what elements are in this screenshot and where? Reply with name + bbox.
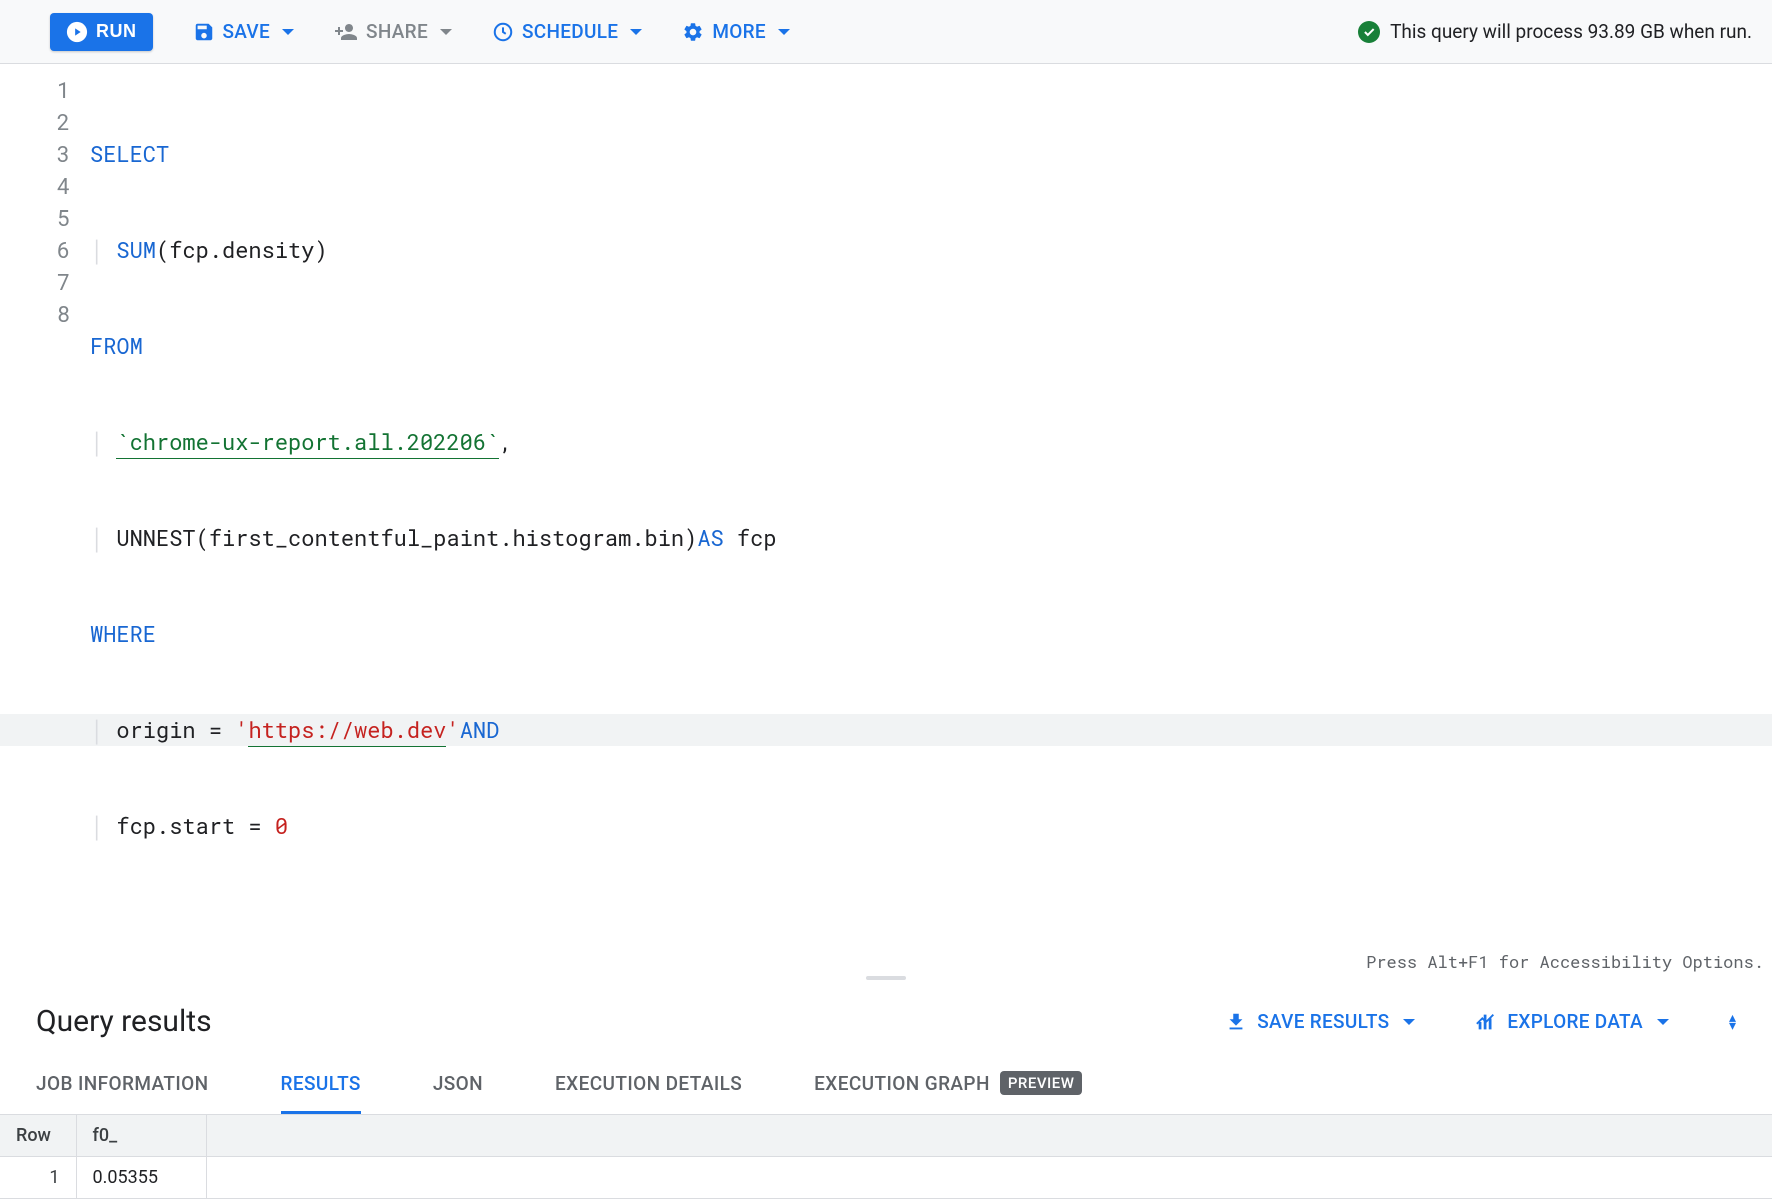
sql-editor[interactable]: 1 2 3 4 5 6 7 8 SELECT │ SUM(fcp.density… xyxy=(0,64,1772,980)
tab-label: EXECUTION GRAPH xyxy=(814,1072,990,1095)
tab-execution-details[interactable]: EXECUTION DETAILS xyxy=(555,1056,742,1114)
cell-spacer xyxy=(206,1157,1772,1199)
tab-label: RESULTS xyxy=(281,1072,361,1095)
chevron-down-icon xyxy=(778,29,790,35)
line-number: 6 xyxy=(0,234,70,266)
col-f0: f0_ xyxy=(76,1115,206,1157)
query-status: This query will process 93.89 GB when ru… xyxy=(1358,20,1752,43)
schedule-label: SCHEDULE xyxy=(522,20,618,43)
a11y-hint: Press Alt+F1 for Accessibility Options. xyxy=(1366,946,1764,978)
tok: UNNEST xyxy=(116,522,195,554)
tok: 0 xyxy=(275,810,288,842)
chevron-down-icon: ▾ xyxy=(1729,1022,1736,1030)
gear-icon xyxy=(682,21,704,43)
tok: (first_contentful_paint.histogram.bin) xyxy=(196,522,698,554)
run-label: RUN xyxy=(96,21,137,42)
run-button[interactable]: RUN xyxy=(50,13,153,51)
line-number: 5 xyxy=(0,202,70,234)
tok: (fcp.density) xyxy=(156,234,328,266)
line-number: 4 xyxy=(0,170,70,202)
tok: fcp.start = xyxy=(116,810,274,842)
col-row: Row xyxy=(0,1115,76,1157)
chevron-up-icon: ▴ xyxy=(1729,1014,1736,1022)
check-circle-icon xyxy=(1358,21,1380,43)
tok: ' xyxy=(235,714,248,746)
chevron-down-icon xyxy=(440,29,452,35)
clock-icon xyxy=(492,21,514,43)
tab-label: JOB INFORMATION xyxy=(36,1072,209,1095)
play-circle-icon xyxy=(66,21,88,43)
line-number: 2 xyxy=(0,106,70,138)
status-message: This query will process 93.89 GB when ru… xyxy=(1390,20,1752,43)
explore-data-label: EXPLORE DATA xyxy=(1507,1010,1643,1033)
share-button[interactable]: SHARE xyxy=(334,20,452,44)
cell-rownum: 1 xyxy=(0,1157,76,1199)
save-results-label: SAVE RESULTS xyxy=(1257,1010,1389,1033)
tab-json[interactable]: JSON xyxy=(433,1056,483,1114)
tok: fcp xyxy=(724,522,777,554)
line-gutter: 1 2 3 4 5 6 7 8 xyxy=(0,64,90,980)
bar-chart-icon xyxy=(1475,1011,1497,1033)
tab-label: JSON xyxy=(433,1072,483,1095)
more-button[interactable]: MORE xyxy=(682,20,790,43)
table-header-row: Row f0_ xyxy=(0,1115,1772,1157)
cell-value: 0.05355 xyxy=(76,1157,206,1199)
tok: AND xyxy=(460,714,500,746)
tok: , xyxy=(499,426,512,458)
tok: AS xyxy=(697,522,723,554)
tab-label: EXECUTION DETAILS xyxy=(555,1072,742,1095)
tok: WHERE xyxy=(90,618,156,650)
expand-collapse-button[interactable]: ▴ ▾ xyxy=(1729,1014,1736,1030)
line-number: 8 xyxy=(0,298,70,330)
share-label: SHARE xyxy=(366,20,428,43)
tok: origin = xyxy=(116,714,235,746)
schedule-button[interactable]: SCHEDULE xyxy=(492,20,642,43)
save-button[interactable]: SAVE xyxy=(193,20,295,43)
tab-results[interactable]: RESULTS xyxy=(281,1056,361,1114)
results-table: Row f0_ 1 0.05355 xyxy=(0,1115,1772,1199)
person-add-icon xyxy=(334,20,358,44)
tok: SUM xyxy=(116,234,156,266)
tok: ' xyxy=(446,714,459,746)
results-title: Query results xyxy=(36,1004,212,1039)
results-header: Query results SAVE RESULTS EXPLORE DATA … xyxy=(0,980,1772,1055)
tab-execution-graph[interactable]: EXECUTION GRAPH PREVIEW xyxy=(814,1055,1082,1114)
col-spacer xyxy=(206,1115,1772,1157)
table-row[interactable]: 1 0.05355 xyxy=(0,1157,1772,1199)
chevron-down-icon xyxy=(282,29,294,35)
download-icon xyxy=(1225,1011,1247,1033)
code-area[interactable]: SELECT │ SUM(fcp.density) FROM │ `chrome… xyxy=(90,64,1772,980)
resize-handle[interactable] xyxy=(866,976,906,980)
explore-data-button[interactable]: EXPLORE DATA xyxy=(1475,1010,1669,1033)
chevron-down-icon xyxy=(630,29,642,35)
save-results-button[interactable]: SAVE RESULTS xyxy=(1225,1010,1415,1033)
tab-job-information[interactable]: JOB INFORMATION xyxy=(36,1056,209,1114)
query-toolbar: RUN SAVE SHARE SCHEDULE MORE This query … xyxy=(0,0,1772,64)
line-number: 1 xyxy=(0,74,70,106)
preview-badge: PREVIEW xyxy=(1000,1071,1083,1095)
more-label: MORE xyxy=(712,20,766,43)
tok: `chrome-ux-report.all.202206` xyxy=(116,426,499,459)
save-label: SAVE xyxy=(223,20,271,43)
results-tabs: JOB INFORMATION RESULTS JSON EXECUTION D… xyxy=(0,1055,1772,1115)
chevron-down-icon xyxy=(1657,1019,1669,1025)
line-number: 7 xyxy=(0,266,70,298)
line-number: 3 xyxy=(0,138,70,170)
tok: https://web.dev xyxy=(248,714,446,747)
save-icon xyxy=(193,21,215,43)
tok: SELECT xyxy=(90,138,169,170)
chevron-down-icon xyxy=(1403,1019,1415,1025)
tok: FROM xyxy=(90,330,143,362)
